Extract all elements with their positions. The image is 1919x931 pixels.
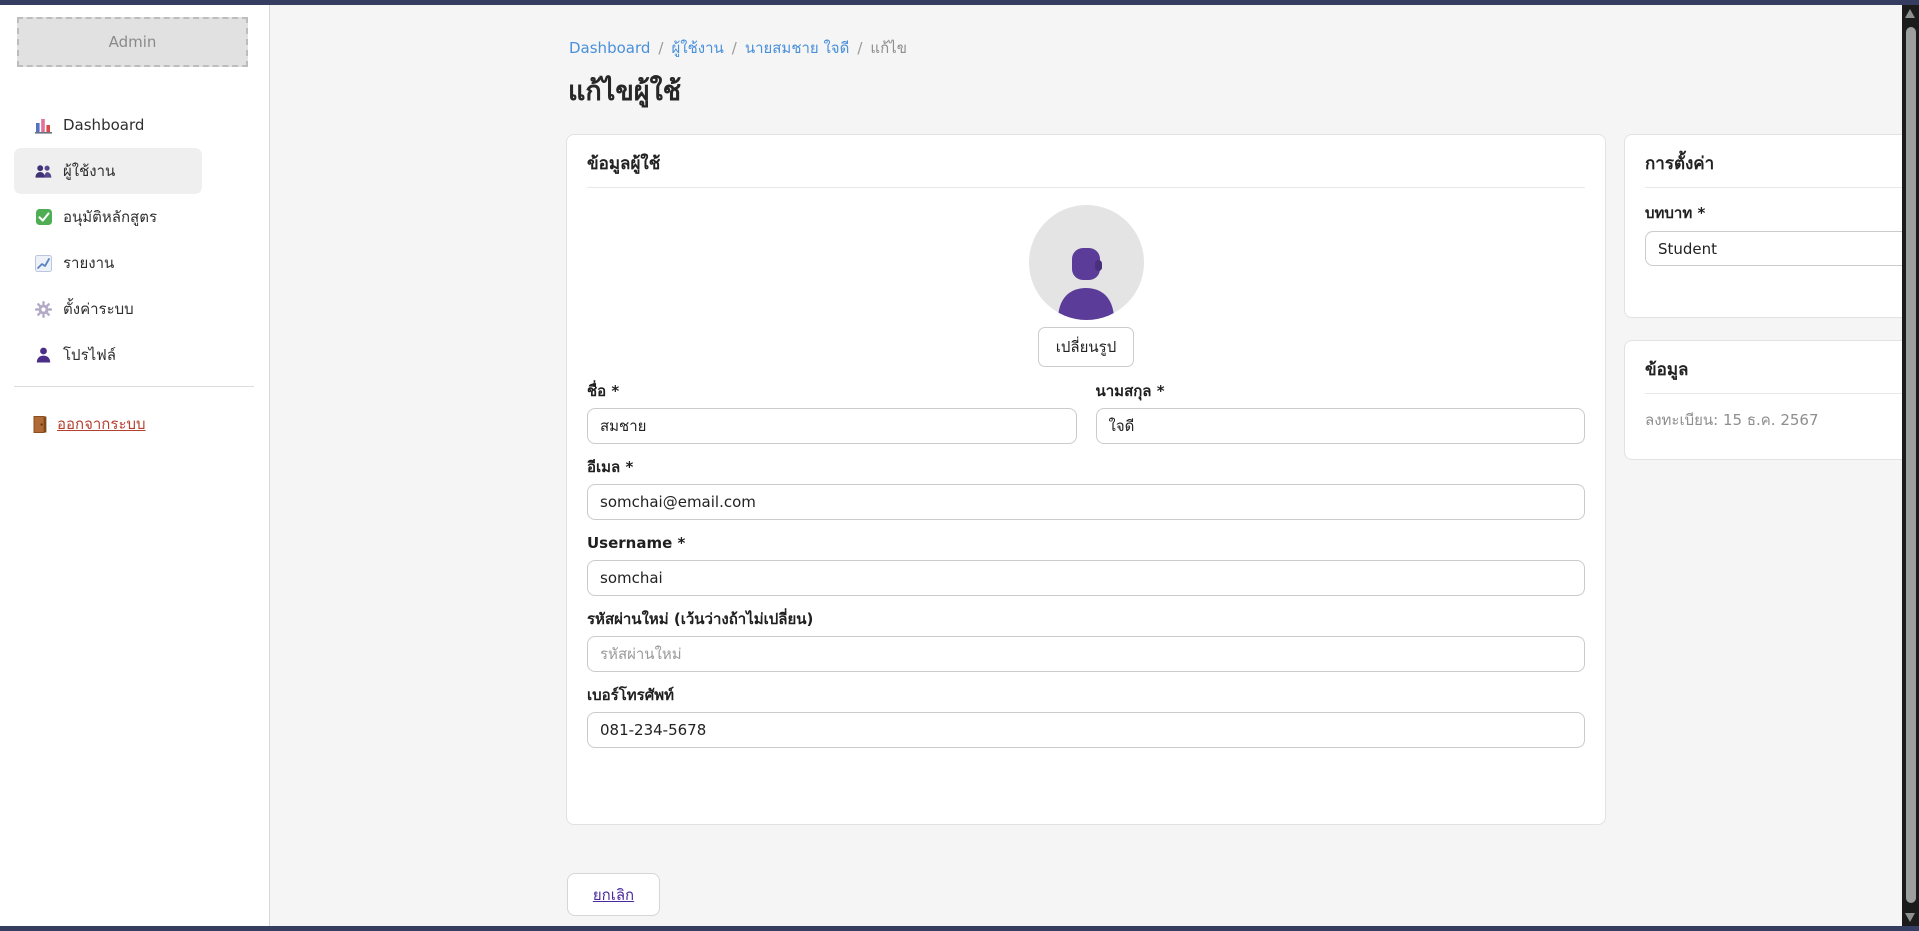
username-field: Username * bbox=[587, 534, 1585, 596]
email-input[interactable] bbox=[587, 484, 1585, 520]
phone-label: เบอร์โทรศัพท์ bbox=[587, 686, 1585, 705]
line-chart-icon bbox=[35, 255, 52, 272]
password-input[interactable] bbox=[587, 636, 1585, 672]
sidebar-item-system-settings[interactable]: ตั้งค่าระบบ bbox=[14, 286, 202, 332]
bottom-accent-bar bbox=[0, 926, 1919, 931]
right-column: การตั้งค่า บทบาท * Student ข้อมูล ลงทะเบ… bbox=[1624, 134, 1919, 460]
breadcrumb-separator: / bbox=[857, 39, 862, 57]
scrollbar-thumb[interactable] bbox=[1906, 27, 1916, 903]
scroll-down-arrow-icon[interactable] bbox=[1905, 913, 1915, 922]
role-select[interactable]: Student bbox=[1645, 231, 1919, 266]
card-divider bbox=[1645, 187, 1919, 188]
password-field: รหัสผ่านใหม่ (เว้นว่างถ้าไม่เปลี่ยน) bbox=[587, 610, 1585, 672]
sidebar-item-dashboard[interactable]: Dashboard bbox=[14, 102, 202, 148]
first-name-field: ชื่อ * bbox=[587, 382, 1077, 444]
card-divider bbox=[1645, 393, 1919, 394]
app-logo-text: Admin bbox=[109, 33, 157, 51]
sidebar-item-label: Dashboard bbox=[63, 116, 144, 134]
settings-card-title: การตั้งค่า bbox=[1645, 153, 1919, 175]
sidebar-item-profile[interactable]: โปรไฟล์ bbox=[14, 332, 202, 378]
sidebar-item-label: ตั้งค่าระบบ bbox=[63, 297, 134, 321]
breadcrumb-link-users[interactable]: ผู้ใช้งาน bbox=[671, 36, 723, 60]
settings-card: การตั้งค่า บทบาท * Student bbox=[1624, 134, 1919, 318]
sidebar-item-users[interactable]: ผู้ใช้งาน bbox=[14, 148, 202, 194]
role-select-value: Student bbox=[1658, 240, 1717, 258]
registered-date-text: ลงทะเบียน: 15 ธ.ค. 2567 bbox=[1645, 408, 1919, 432]
logout-label: ออกจากระบบ bbox=[57, 412, 146, 436]
info-card-title: ข้อมูล bbox=[1645, 359, 1919, 381]
email-label: อีเมล * bbox=[587, 458, 1585, 477]
sidebar-item-label: ผู้ใช้งาน bbox=[63, 159, 115, 183]
main-content: Dashboard / ผู้ใช้งาน / นายสมชาย ใจดี / … bbox=[271, 5, 1902, 926]
last-name-input[interactable] bbox=[1096, 408, 1586, 444]
breadcrumb-separator: / bbox=[658, 39, 663, 57]
avatar-person-icon bbox=[1054, 246, 1118, 320]
first-name-label: ชื่อ * bbox=[587, 382, 1077, 401]
breadcrumb-separator: / bbox=[732, 39, 737, 57]
breadcrumb-link-user-name[interactable]: นายสมชาย ใจดี bbox=[745, 36, 850, 60]
sidebar-item-label: อนุมัติหลักสูตร bbox=[63, 205, 157, 229]
password-label: รหัสผ่านใหม่ (เว้นว่างถ้าไม่เปลี่ยน) bbox=[587, 610, 1585, 629]
page-title: แก้ไขผู้ใช้ bbox=[568, 69, 681, 112]
app-logo: Admin bbox=[17, 17, 248, 67]
info-card: ข้อมูล ลงทะเบียน: 15 ธ.ค. 2567 bbox=[1624, 340, 1919, 460]
breadcrumb-link-dashboard[interactable]: Dashboard bbox=[569, 39, 650, 57]
check-icon bbox=[35, 209, 52, 226]
role-label: บทบาท * bbox=[1645, 204, 1919, 223]
sidebar-divider bbox=[14, 386, 254, 387]
sidebar: Admin Dashboard ผู้ใช้งาน อนุมัติหลักสูต… bbox=[0, 5, 270, 926]
breadcrumb-current: แก้ไข bbox=[870, 36, 907, 60]
cancel-button[interactable]: ยกเลิก bbox=[567, 873, 660, 916]
user-info-card-title: ข้อมูลผู้ใช้ bbox=[587, 153, 1585, 175]
avatar-section: เปลี่ยนรูป bbox=[587, 188, 1585, 367]
gear-icon bbox=[35, 301, 52, 318]
sidebar-item-label: รายงาน bbox=[63, 251, 114, 275]
last-name-label: นามสกุล * bbox=[1096, 382, 1586, 401]
username-label: Username * bbox=[587, 534, 1585, 553]
scroll-up-arrow-icon[interactable] bbox=[1905, 9, 1915, 18]
scrollbar bbox=[1902, 0, 1919, 931]
phone-input[interactable] bbox=[587, 712, 1585, 748]
door-icon bbox=[31, 416, 48, 433]
user-info-card: ข้อมูลผู้ใช้ เปลี่ยนรูป ชื่อ * นามสกุล * bbox=[566, 134, 1606, 825]
change-photo-button[interactable]: เปลี่ยนรูป bbox=[1038, 327, 1134, 367]
logout-link[interactable]: ออกจากระบบ bbox=[31, 412, 146, 436]
breadcrumb: Dashboard / ผู้ใช้งาน / นายสมชาย ใจดี / … bbox=[569, 36, 907, 60]
avatar bbox=[1029, 205, 1144, 320]
name-row: ชื่อ * นามสกุล * bbox=[587, 382, 1585, 444]
bar-chart-icon bbox=[35, 117, 52, 134]
person-icon bbox=[35, 347, 52, 364]
top-accent-bar bbox=[0, 0, 1919, 5]
username-input[interactable] bbox=[587, 560, 1585, 596]
sidebar-nav: Dashboard ผู้ใช้งาน อนุมัติหลักสูตร รายง… bbox=[14, 102, 202, 378]
users-icon bbox=[35, 163, 52, 180]
phone-field: เบอร์โทรศัพท์ bbox=[587, 686, 1585, 748]
email-field: อีเมล * bbox=[587, 458, 1585, 520]
first-name-input[interactable] bbox=[587, 408, 1077, 444]
sidebar-item-label: โปรไฟล์ bbox=[63, 343, 116, 367]
sidebar-item-approve-courses[interactable]: อนุมัติหลักสูตร bbox=[14, 194, 202, 240]
last-name-field: นามสกุล * bbox=[1096, 382, 1586, 444]
sidebar-item-reports[interactable]: รายงาน bbox=[14, 240, 202, 286]
